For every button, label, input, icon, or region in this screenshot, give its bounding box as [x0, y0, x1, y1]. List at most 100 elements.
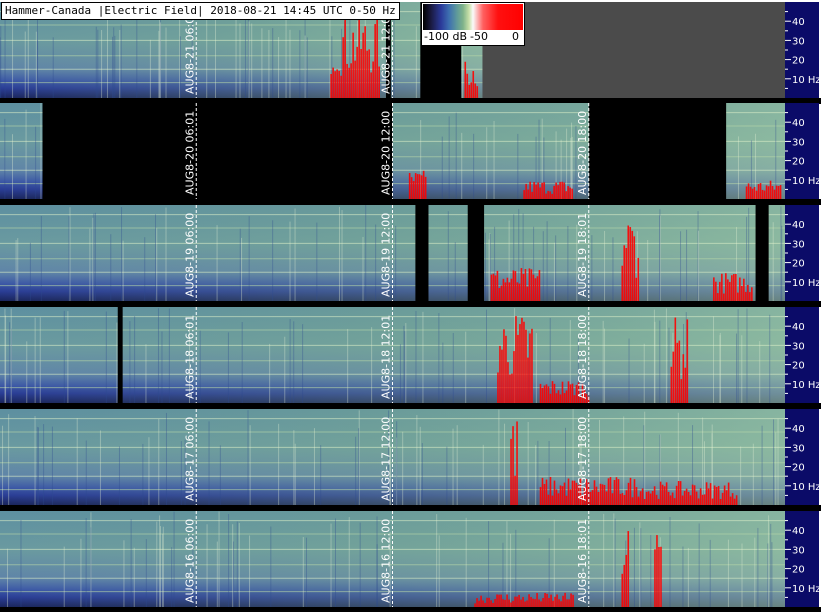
- activity-burst: [466, 73, 469, 98]
- activity-burst: [747, 183, 750, 199]
- activity-burst: [699, 488, 702, 505]
- activity-burst: [765, 185, 768, 199]
- time-marker-label: AUG8-17 06:00: [183, 417, 196, 501]
- activity-burst: [563, 182, 565, 199]
- activity-burst: [524, 268, 527, 301]
- activity-burst: [571, 188, 573, 199]
- frequency-tick-label: 30: [792, 545, 805, 556]
- frequency-tick-label: 40: [792, 424, 805, 435]
- activity-burst: [641, 488, 644, 505]
- activity-burst: [551, 495, 554, 505]
- activity-burst: [625, 554, 628, 607]
- activity-burst: [503, 329, 505, 403]
- activity-burst: [617, 479, 620, 505]
- colorbar-legend: -100 dB -50 0: [421, 2, 525, 46]
- activity-burst: [695, 491, 698, 505]
- activity-burst: [368, 49, 370, 98]
- activity-burst: [555, 489, 558, 505]
- activity-burst: [643, 498, 646, 505]
- activity-burst: [548, 598, 550, 607]
- activity-burst: [715, 281, 717, 301]
- activity-burst: [715, 487, 718, 505]
- spectrogram-row-2018-08-17: AUG8-17 06:00 AUG8-17 12:00 AUG8-17 18:00 1…: [0, 409, 821, 511]
- activity-burst: [520, 268, 523, 301]
- activity-burst: [645, 491, 648, 505]
- activity-burst: [637, 257, 640, 301]
- activity-burst: [545, 479, 548, 505]
- activity-burst: [689, 495, 692, 505]
- activity-burst: [755, 190, 758, 199]
- activity-burst: [637, 498, 640, 505]
- activity-burst: [551, 381, 554, 403]
- activity-burst: [498, 288, 501, 301]
- activity-burst: [679, 481, 682, 505]
- activity-burst: [545, 384, 548, 403]
- activity-burst: [729, 281, 731, 301]
- activity-burst: [619, 493, 622, 505]
- activity-burst: [499, 345, 501, 403]
- activity-burst: [709, 483, 712, 505]
- spectrogram-row-2018-08-20: AUG8-20 06:01 AUG8-20 12:00 AUG8-20 18:00 1…: [0, 103, 821, 205]
- activity-burst: [663, 486, 666, 505]
- frequency-tick-label: 20: [792, 565, 805, 576]
- activity-burst: [418, 174, 421, 199]
- activity-burst: [530, 269, 533, 301]
- activity-burst: [731, 275, 733, 301]
- activity-burst: [659, 481, 662, 505]
- data-gap: [467, 205, 485, 301]
- activity-burst: [613, 480, 616, 505]
- activity-burst: [745, 186, 748, 199]
- activity-burst: [661, 484, 664, 505]
- colorbar-tick-label: -50: [470, 30, 488, 43]
- activity-burst: [557, 390, 560, 403]
- activity-burst: [625, 247, 628, 301]
- frequency-tick-label: 10 Hz: [792, 584, 821, 595]
- activity-burst: [494, 275, 497, 301]
- activity-burst: [713, 485, 716, 505]
- activity-burst: [567, 186, 569, 199]
- activity-burst: [522, 596, 524, 607]
- activity-burst: [374, 24, 376, 98]
- activity-burst: [537, 182, 539, 199]
- activity-burst: [559, 394, 562, 403]
- activity-burst: [631, 497, 634, 505]
- activity-burst: [675, 485, 678, 505]
- activity-burst: [549, 191, 551, 199]
- activity-burst: [330, 74, 332, 98]
- activity-burst: [514, 475, 516, 505]
- activity-burst: [605, 491, 608, 505]
- activity-burst: [565, 390, 568, 403]
- activity-burst: [735, 495, 738, 505]
- activity-burst: [759, 183, 762, 199]
- activity-burst: [727, 482, 730, 505]
- activity-burst: [376, 13, 378, 99]
- activity-burst: [693, 485, 696, 505]
- activity-burst: [412, 181, 415, 199]
- activity-burst: [599, 483, 602, 505]
- activity-burst: [673, 498, 676, 505]
- activity-burst: [723, 485, 726, 505]
- activity-burst: [533, 182, 535, 199]
- time-marker-label: AUG8-16 06:00: [183, 519, 196, 603]
- chart-title: Hammer-Canada |Electric Field| 2018-08-2…: [1, 2, 400, 20]
- activity-burst: [757, 184, 760, 199]
- activity-burst: [534, 599, 536, 607]
- activity-burst: [500, 594, 502, 607]
- activity-burst: [589, 491, 592, 505]
- activity-burst: [494, 599, 496, 607]
- activity-burst: [474, 83, 477, 98]
- row-divider: [0, 505, 821, 511]
- activity-burst: [522, 273, 525, 301]
- activity-burst: [547, 190, 549, 199]
- activity-burst: [510, 438, 512, 505]
- activity-burst: [685, 488, 688, 505]
- activity-burst: [623, 495, 626, 505]
- activity-burst: [538, 270, 541, 301]
- activity-burst: [779, 185, 782, 199]
- activity-burst: [566, 599, 568, 607]
- activity-burst: [476, 86, 479, 98]
- activity-burst: [540, 601, 542, 607]
- activity-burst: [729, 496, 732, 505]
- activity-burst: [553, 480, 556, 505]
- frequency-tick-label: 10 Hz: [792, 75, 821, 86]
